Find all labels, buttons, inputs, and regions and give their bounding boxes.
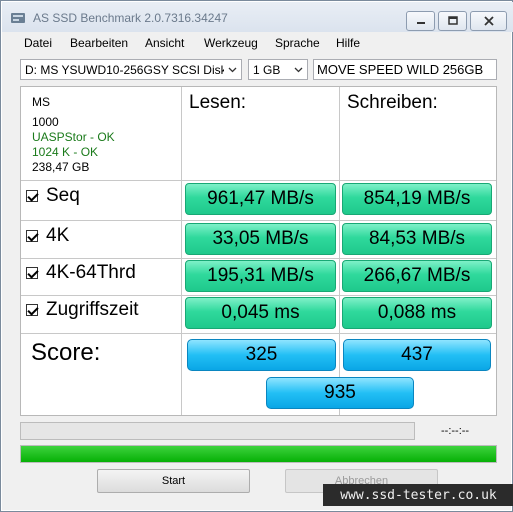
checkbox-checked-icon[interactable] bbox=[26, 267, 38, 279]
total-progress-fill bbox=[21, 446, 496, 462]
maximize-icon bbox=[447, 16, 458, 25]
close-button[interactable] bbox=[470, 11, 507, 31]
app-window: AS SSD Benchmark 2.0.7316.34247 Datei Be… bbox=[0, 0, 513, 512]
window-title: AS SSD Benchmark 2.0.7316.34247 bbox=[33, 11, 228, 25]
row-divider bbox=[21, 220, 496, 221]
read-score: 325 bbox=[187, 339, 336, 371]
maximize-button[interactable] bbox=[438, 11, 467, 31]
4k-64thrd-read-result: 195,31 MB/s bbox=[185, 260, 336, 292]
alignment-status: 1024 K - OK bbox=[32, 145, 99, 159]
menu-sprache[interactable]: Sprache bbox=[275, 32, 320, 50]
write-score: 437 bbox=[343, 339, 491, 371]
score-label: Score: bbox=[31, 339, 101, 366]
menu-werkzeug[interactable]: Werkzeug bbox=[204, 32, 258, 50]
column-divider bbox=[181, 87, 182, 415]
row-divider bbox=[21, 333, 496, 334]
minimize-icon bbox=[416, 22, 425, 24]
drive-firmware: 1000 bbox=[32, 115, 59, 129]
total-score: 935 bbox=[266, 377, 414, 409]
row-label-4k-64thrd[interactable]: 4K-64Thrd bbox=[26, 262, 136, 284]
start-button[interactable]: Start bbox=[97, 469, 250, 493]
row-label-4k[interactable]: 4K bbox=[26, 225, 69, 247]
menu-datei[interactable]: Datei bbox=[24, 32, 52, 50]
drive-capacity: 238,47 GB bbox=[32, 160, 90, 174]
write-column-header: Schreiben: bbox=[347, 92, 438, 113]
row-label-text: 4K-64Thrd bbox=[46, 262, 136, 283]
row-divider bbox=[21, 295, 496, 296]
size-select-value: 1 GB bbox=[253, 63, 281, 77]
size-select[interactable]: 1 GB bbox=[248, 59, 308, 80]
access-time-read-result: 0,045 ms bbox=[185, 297, 336, 329]
minimize-button[interactable] bbox=[406, 11, 435, 31]
menu-hilfe[interactable]: Hilfe bbox=[336, 32, 360, 50]
current-test-progress bbox=[20, 422, 415, 440]
row-label-text: Seq bbox=[46, 185, 80, 206]
drive-name-field[interactable]: MOVE SPEED WILD 256GB bbox=[313, 59, 497, 80]
elapsed-time: --:--:-- bbox=[441, 425, 470, 437]
checkbox-checked-icon[interactable] bbox=[26, 304, 38, 316]
menu-bar: Datei Bearbeiten Ansicht Werkzeug Sprach… bbox=[2, 32, 513, 54]
read-column-header: Lesen: bbox=[189, 92, 247, 113]
total-progress bbox=[20, 445, 497, 463]
seq-write-result: 854,19 MB/s bbox=[342, 183, 492, 215]
drive-model: MS bbox=[32, 95, 50, 109]
title-bar[interactable]: AS SSD Benchmark 2.0.7316.34247 bbox=[2, 2, 513, 32]
checkbox-checked-icon[interactable] bbox=[26, 230, 38, 242]
4k-write-result: 84,53 MB/s bbox=[342, 223, 492, 255]
checkbox-checked-icon[interactable] bbox=[26, 190, 38, 202]
chevron-down-icon[interactable] bbox=[224, 60, 241, 79]
row-divider bbox=[21, 180, 496, 181]
menu-ansicht[interactable]: Ansicht bbox=[145, 32, 184, 50]
column-divider bbox=[339, 87, 340, 415]
row-label-text: 4K bbox=[46, 225, 70, 246]
row-divider bbox=[21, 258, 496, 259]
access-time-write-result: 0,088 ms bbox=[342, 297, 492, 329]
results-panel: MS 1000 UASPStor - OK 1024 K - OK 238,47… bbox=[20, 86, 497, 416]
row-label-access-time[interactable]: Zugriffszeit bbox=[26, 299, 139, 321]
4k-64thrd-write-result: 266,67 MB/s bbox=[342, 260, 492, 292]
watermark: www.ssd-tester.co.uk bbox=[323, 484, 513, 506]
driver-status: UASPStor - OK bbox=[32, 130, 115, 144]
seq-read-result: 961,47 MB/s bbox=[185, 183, 336, 215]
drive-select[interactable]: D: MS YSUWD10-256GSY SCSI Disk De bbox=[20, 59, 242, 80]
app-icon bbox=[11, 13, 25, 23]
row-label-seq[interactable]: Seq bbox=[26, 185, 80, 207]
menu-bearbeiten[interactable]: Bearbeiten bbox=[70, 32, 128, 50]
row-label-text: Zugriffszeit bbox=[46, 299, 139, 320]
chevron-down-icon[interactable] bbox=[290, 60, 307, 79]
drive-select-value: D: MS YSUWD10-256GSY SCSI Disk De bbox=[25, 63, 242, 77]
4k-read-result: 33,05 MB/s bbox=[185, 223, 336, 255]
close-icon bbox=[483, 16, 494, 26]
